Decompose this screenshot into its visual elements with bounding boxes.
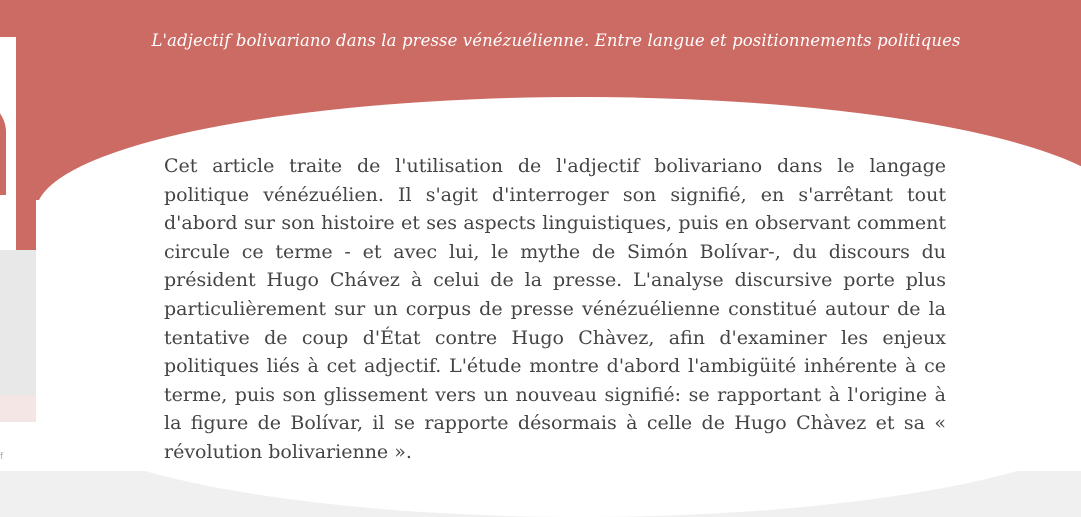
left-sidebar-pink-band	[0, 395, 40, 425]
left-sidebar-edge-text: f	[0, 452, 4, 462]
left-sidebar-lower: f	[0, 250, 40, 471]
left-sidebar-bottom	[0, 422, 40, 471]
article-abstract: Cet article traite de l'utilisation de l…	[164, 155, 946, 463]
article-title: L'adjectif bolivariano dans la presse vé…	[151, 31, 961, 50]
